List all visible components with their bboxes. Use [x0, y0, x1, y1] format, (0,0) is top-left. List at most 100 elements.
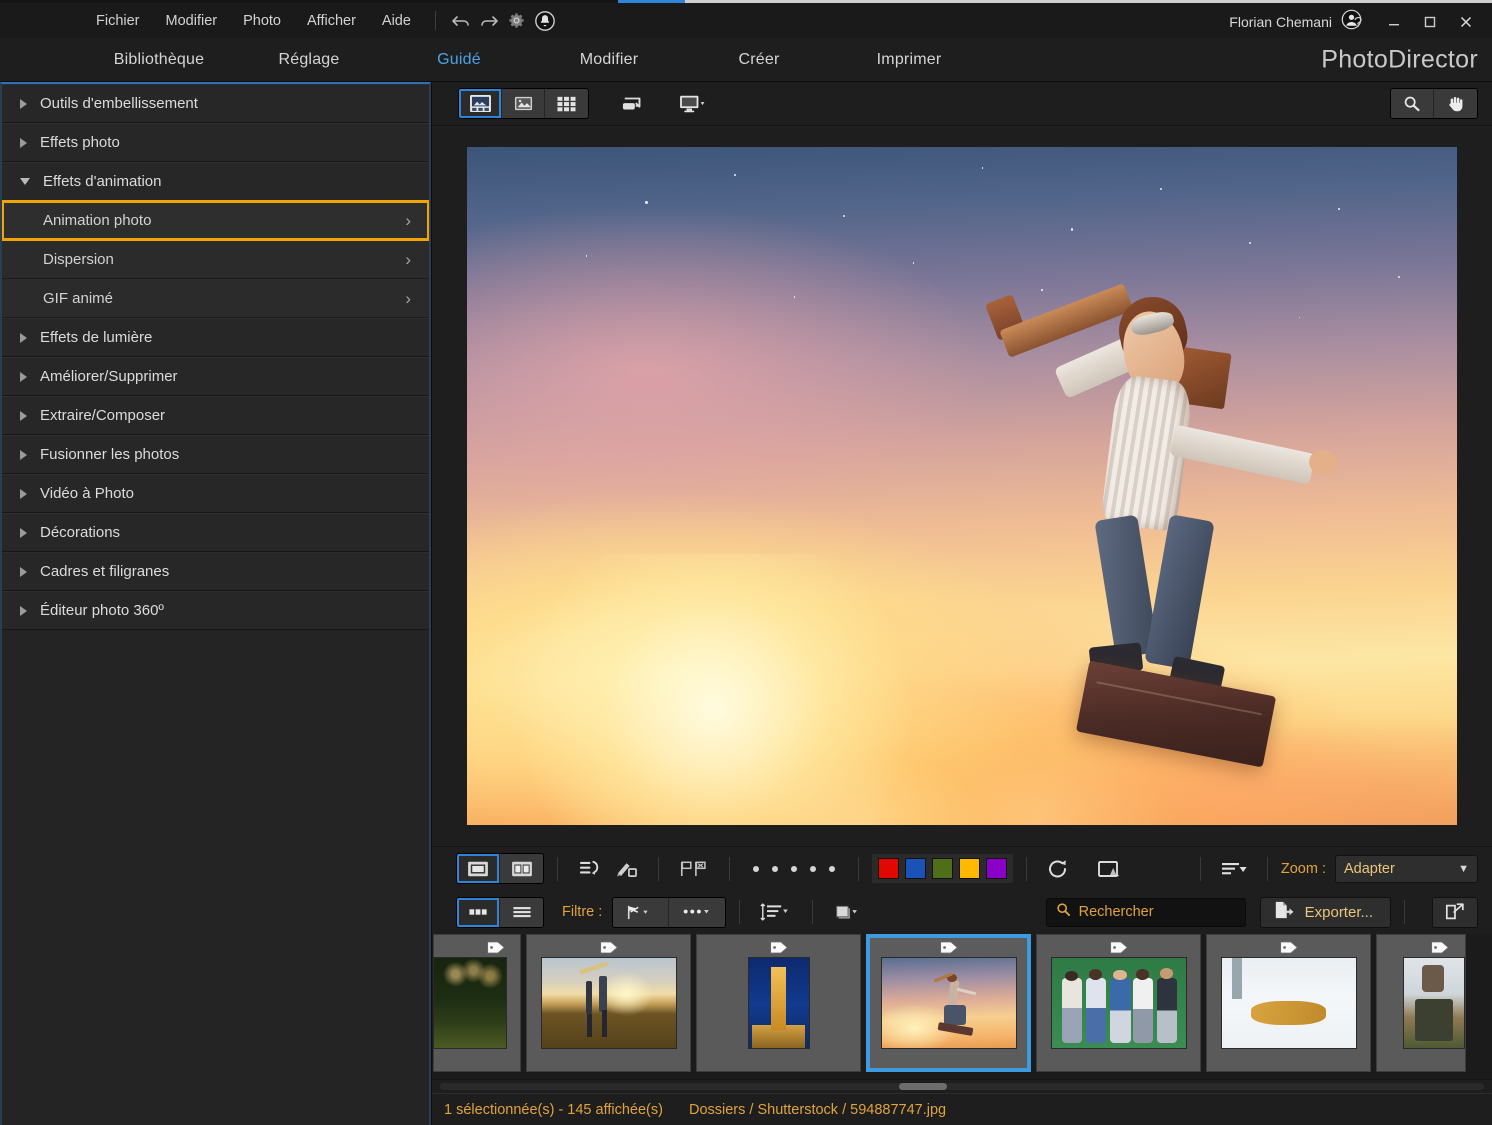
tab-guide[interactable]: Guidé — [384, 38, 534, 81]
rating-dot-3[interactable] — [791, 866, 797, 872]
crop-icon[interactable] — [1090, 854, 1128, 884]
sidebar-item-label: Fusionner les photos — [40, 446, 179, 463]
color-label-red[interactable] — [878, 858, 899, 879]
thumbnail-snow-leopard[interactable] — [1206, 934, 1371, 1072]
menu-fichier[interactable]: Fichier — [83, 9, 153, 33]
color-label-yellow[interactable] — [959, 858, 980, 879]
rating-dot-2[interactable] — [772, 866, 778, 872]
rating-dot-1[interactable] — [753, 866, 759, 872]
tab-bibliotheque-label: Bibliothèque — [114, 51, 204, 69]
filter-buttons-group — [612, 897, 726, 928]
pencil-edit-icon[interactable] — [608, 854, 645, 884]
filmstrip[interactable] — [432, 934, 1492, 1079]
notification-bell-icon[interactable] — [531, 8, 559, 34]
filmstrip-scrollbar[interactable] — [432, 1079, 1492, 1093]
sidebar-item-cadres-filigranes[interactable]: Cadres et filigranes — [2, 552, 429, 591]
split-view-icon[interactable] — [500, 854, 543, 883]
photo-only-view-icon[interactable] — [502, 89, 545, 118]
settings-gear-icon[interactable] — [503, 8, 531, 34]
undo-icon[interactable] — [447, 8, 475, 34]
single-photo-view-icon[interactable] — [459, 89, 502, 118]
menu-aide[interactable]: Aide — [369, 9, 424, 33]
thumbnail-kite-sunset[interactable] — [526, 934, 691, 1072]
sidebar-item-extraire-composer[interactable]: Extraire/Composer — [2, 396, 429, 435]
sidebar-item-label: Extraire/Composer — [40, 407, 165, 424]
help-button[interactable]: ? — [1340, 3, 1376, 41]
rating-filter-icon[interactable] — [669, 898, 725, 927]
maximize-button[interactable] — [1412, 3, 1448, 41]
tab-creer[interactable]: Créer — [684, 38, 834, 81]
thumbnail-crowd[interactable] — [1376, 934, 1466, 1072]
sort-order-icon[interactable] — [753, 897, 799, 927]
tab-imprimer[interactable]: Imprimer — [834, 38, 984, 81]
sidebar-subitem-animation-photo[interactable]: Animation photo › — [2, 201, 429, 240]
sidebar-item-label: Outils d'embellissement — [40, 95, 198, 112]
redo-icon[interactable] — [475, 8, 503, 34]
color-label-green[interactable] — [932, 858, 953, 879]
export-button[interactable]: Exporter... — [1260, 897, 1391, 928]
zoom-select-value: Adapter — [1344, 861, 1395, 877]
rating-dot-4[interactable] — [810, 866, 816, 872]
grid-view-icon[interactable] — [545, 89, 588, 118]
thumbnail-grid-icon[interactable] — [457, 898, 500, 927]
sidebar-item-effets-photo[interactable]: Effets photo — [2, 123, 429, 162]
stack-filter-icon[interactable] — [826, 897, 870, 927]
thumbnail-image — [1403, 957, 1465, 1049]
fill-view-icon[interactable] — [457, 854, 500, 883]
star-rating-control[interactable] — [743, 866, 845, 872]
search-box[interactable] — [1046, 898, 1246, 927]
flag-pick-reject-icon[interactable] — [672, 854, 716, 884]
sidebar-item-video-a-photo[interactable]: Vidéo à Photo — [2, 474, 429, 513]
scrollbar-thumb[interactable] — [899, 1083, 947, 1090]
photo-actions-toolbar: Zoom : Adapter ▼ — [432, 846, 1492, 890]
sidebar-item-ameliorer-supprimer[interactable]: Améliorer/Supprimer — [2, 357, 429, 396]
sidebar-item-fusionner-photos[interactable]: Fusionner les photos — [2, 435, 429, 474]
toolbar-divider — [858, 857, 859, 881]
tag-icon — [599, 941, 618, 954]
right-leg — [1144, 514, 1215, 670]
sidebar-item-editeur-photo-360[interactable]: Éditeur photo 360º — [2, 591, 429, 630]
color-label-purple[interactable] — [986, 858, 1007, 879]
flags-filter-icon[interactable] — [613, 898, 669, 927]
thumbnail-image — [1221, 957, 1357, 1049]
tab-guide-label: Guidé — [437, 51, 481, 69]
filmstrip-filter-bar: Filtre : — [432, 890, 1492, 934]
sidebar-item-effets-animation[interactable]: Effets d'animation — [2, 162, 429, 201]
rating-dot-5[interactable] — [829, 866, 835, 872]
tab-modifier[interactable]: Modifier — [534, 38, 684, 81]
scrollbar-track[interactable] — [440, 1083, 1484, 1090]
thumbnail-list-icon[interactable] — [500, 898, 543, 927]
sidebar-item-decorations[interactable]: Décorations — [2, 513, 429, 552]
share-external-icon[interactable] — [1432, 897, 1478, 928]
sidebar-item-effets-lumiere[interactable]: Effets de lumière — [2, 318, 429, 357]
tab-bibliotheque[interactable]: Bibliothèque — [84, 38, 234, 81]
thumbnail-kids-group[interactable] — [1036, 934, 1201, 1072]
rotate-right-icon[interactable] — [1040, 854, 1076, 884]
thumbnail-image — [748, 957, 810, 1049]
sort-list-icon[interactable] — [1214, 854, 1254, 884]
compare-photos-icon[interactable] — [613, 89, 653, 119]
menu-modifier[interactable]: Modifier — [153, 9, 231, 33]
sidebar-subitem-gif-anime[interactable]: GIF animé › — [2, 279, 429, 318]
tab-reglage[interactable]: Réglage — [234, 38, 384, 81]
photo-viewer[interactable] — [432, 126, 1492, 846]
zoom-select[interactable]: Adapter ▼ — [1335, 855, 1478, 883]
search-input[interactable] — [1079, 904, 1266, 920]
main-photo[interactable] — [467, 147, 1457, 825]
minimize-button[interactable] — [1376, 3, 1412, 41]
secondary-monitor-icon[interactable] — [671, 89, 713, 119]
chevron-right-icon — [20, 450, 27, 460]
hand-pan-icon[interactable] — [1434, 89, 1477, 118]
menu-afficher[interactable]: Afficher — [294, 9, 369, 33]
sidebar-subitem-dispersion[interactable]: Dispersion › — [2, 240, 429, 279]
tab-reglage-label: Réglage — [278, 51, 339, 69]
thumbnail-garden-party[interactable] — [433, 934, 521, 1072]
thumbnail-flying-boy[interactable] — [866, 934, 1031, 1072]
close-button[interactable] — [1448, 3, 1484, 41]
magnifier-icon[interactable] — [1391, 89, 1434, 118]
thumbnail-big-ben[interactable] — [696, 934, 861, 1072]
stack-rotate-icon[interactable] — [571, 854, 608, 884]
sidebar-item-outils-embellissement[interactable]: Outils d'embellissement — [2, 84, 429, 123]
color-label-blue[interactable] — [905, 858, 926, 879]
menu-photo[interactable]: Photo — [230, 9, 294, 33]
